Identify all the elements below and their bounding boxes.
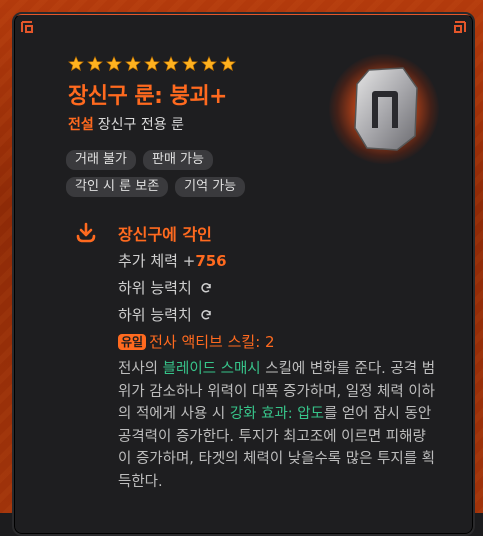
sub-stat-line: 하위 능력치 — [118, 277, 212, 298]
stat-line: 추가 체력 +756 — [118, 250, 227, 271]
item-grade: 전설 — [68, 117, 94, 133]
star-icon — [201, 56, 217, 72]
star-rating — [68, 56, 236, 72]
unique-badge: 유일 — [118, 334, 147, 350]
tag-memorizable: 기억 가능 — [175, 177, 246, 197]
stat-label: 추가 체력 + — [118, 252, 196, 270]
sync-icon — [200, 310, 211, 320]
star-icon — [220, 56, 236, 72]
item-tooltip: 장신구 룬: 붕괴+ 전설 장신구 전용 룬 거래 불가 판매 가능 각인 시 룬… — [12, 12, 475, 536]
desc-highlight-effect: 강화 효과: 압도 — [229, 406, 324, 422]
stat-value: 756 — [195, 252, 227, 270]
rune-icon — [354, 67, 418, 151]
skill-label: 전사 액티브 스킬: 2 — [149, 333, 275, 351]
sub-stat-label: 하위 능력치 — [118, 306, 192, 324]
item-subtitle: 전설 장신구 전용 룬 — [68, 114, 184, 134]
star-icon — [68, 56, 84, 72]
item-type: 장신구 전용 룬 — [97, 117, 184, 133]
star-icon — [182, 56, 198, 72]
item-name: 장신구 룬: 붕괴+ — [68, 84, 228, 109]
sub-stat-label: 하위 능력치 — [118, 279, 192, 297]
star-icon — [144, 56, 160, 72]
star-icon — [87, 56, 103, 72]
skill-line: 유일 전사 액티브 스킬: 2 — [118, 331, 275, 352]
star-icon — [106, 56, 122, 72]
star-icon — [125, 56, 141, 72]
sub-stat-line: 하위 능력치 — [118, 304, 212, 325]
corner-ornament-icon — [441, 20, 467, 46]
tag-rune-preserved: 각인 시 룬 보존 — [66, 177, 169, 197]
star-icon — [163, 56, 179, 72]
desc-text: 전사의 — [118, 361, 163, 377]
engrave-title: 장신구에 각인 — [118, 225, 212, 244]
engrave-download-icon — [76, 222, 96, 243]
skill-description: 전사의 블레이드 스매시 스킬에 변화를 준다. 공격 범위가 감소하나 위력이… — [118, 358, 438, 493]
tag-list: 거래 불가 판매 가능 각인 시 룬 보존 기억 가능 — [66, 150, 326, 204]
tag-untradeable: 거래 불가 — [66, 150, 136, 170]
sync-icon — [200, 283, 211, 293]
desc-highlight-skill: 블레이드 스매시 — [162, 361, 261, 377]
tag-sellable: 판매 가능 — [142, 150, 213, 170]
corner-ornament-icon — [20, 20, 46, 46]
